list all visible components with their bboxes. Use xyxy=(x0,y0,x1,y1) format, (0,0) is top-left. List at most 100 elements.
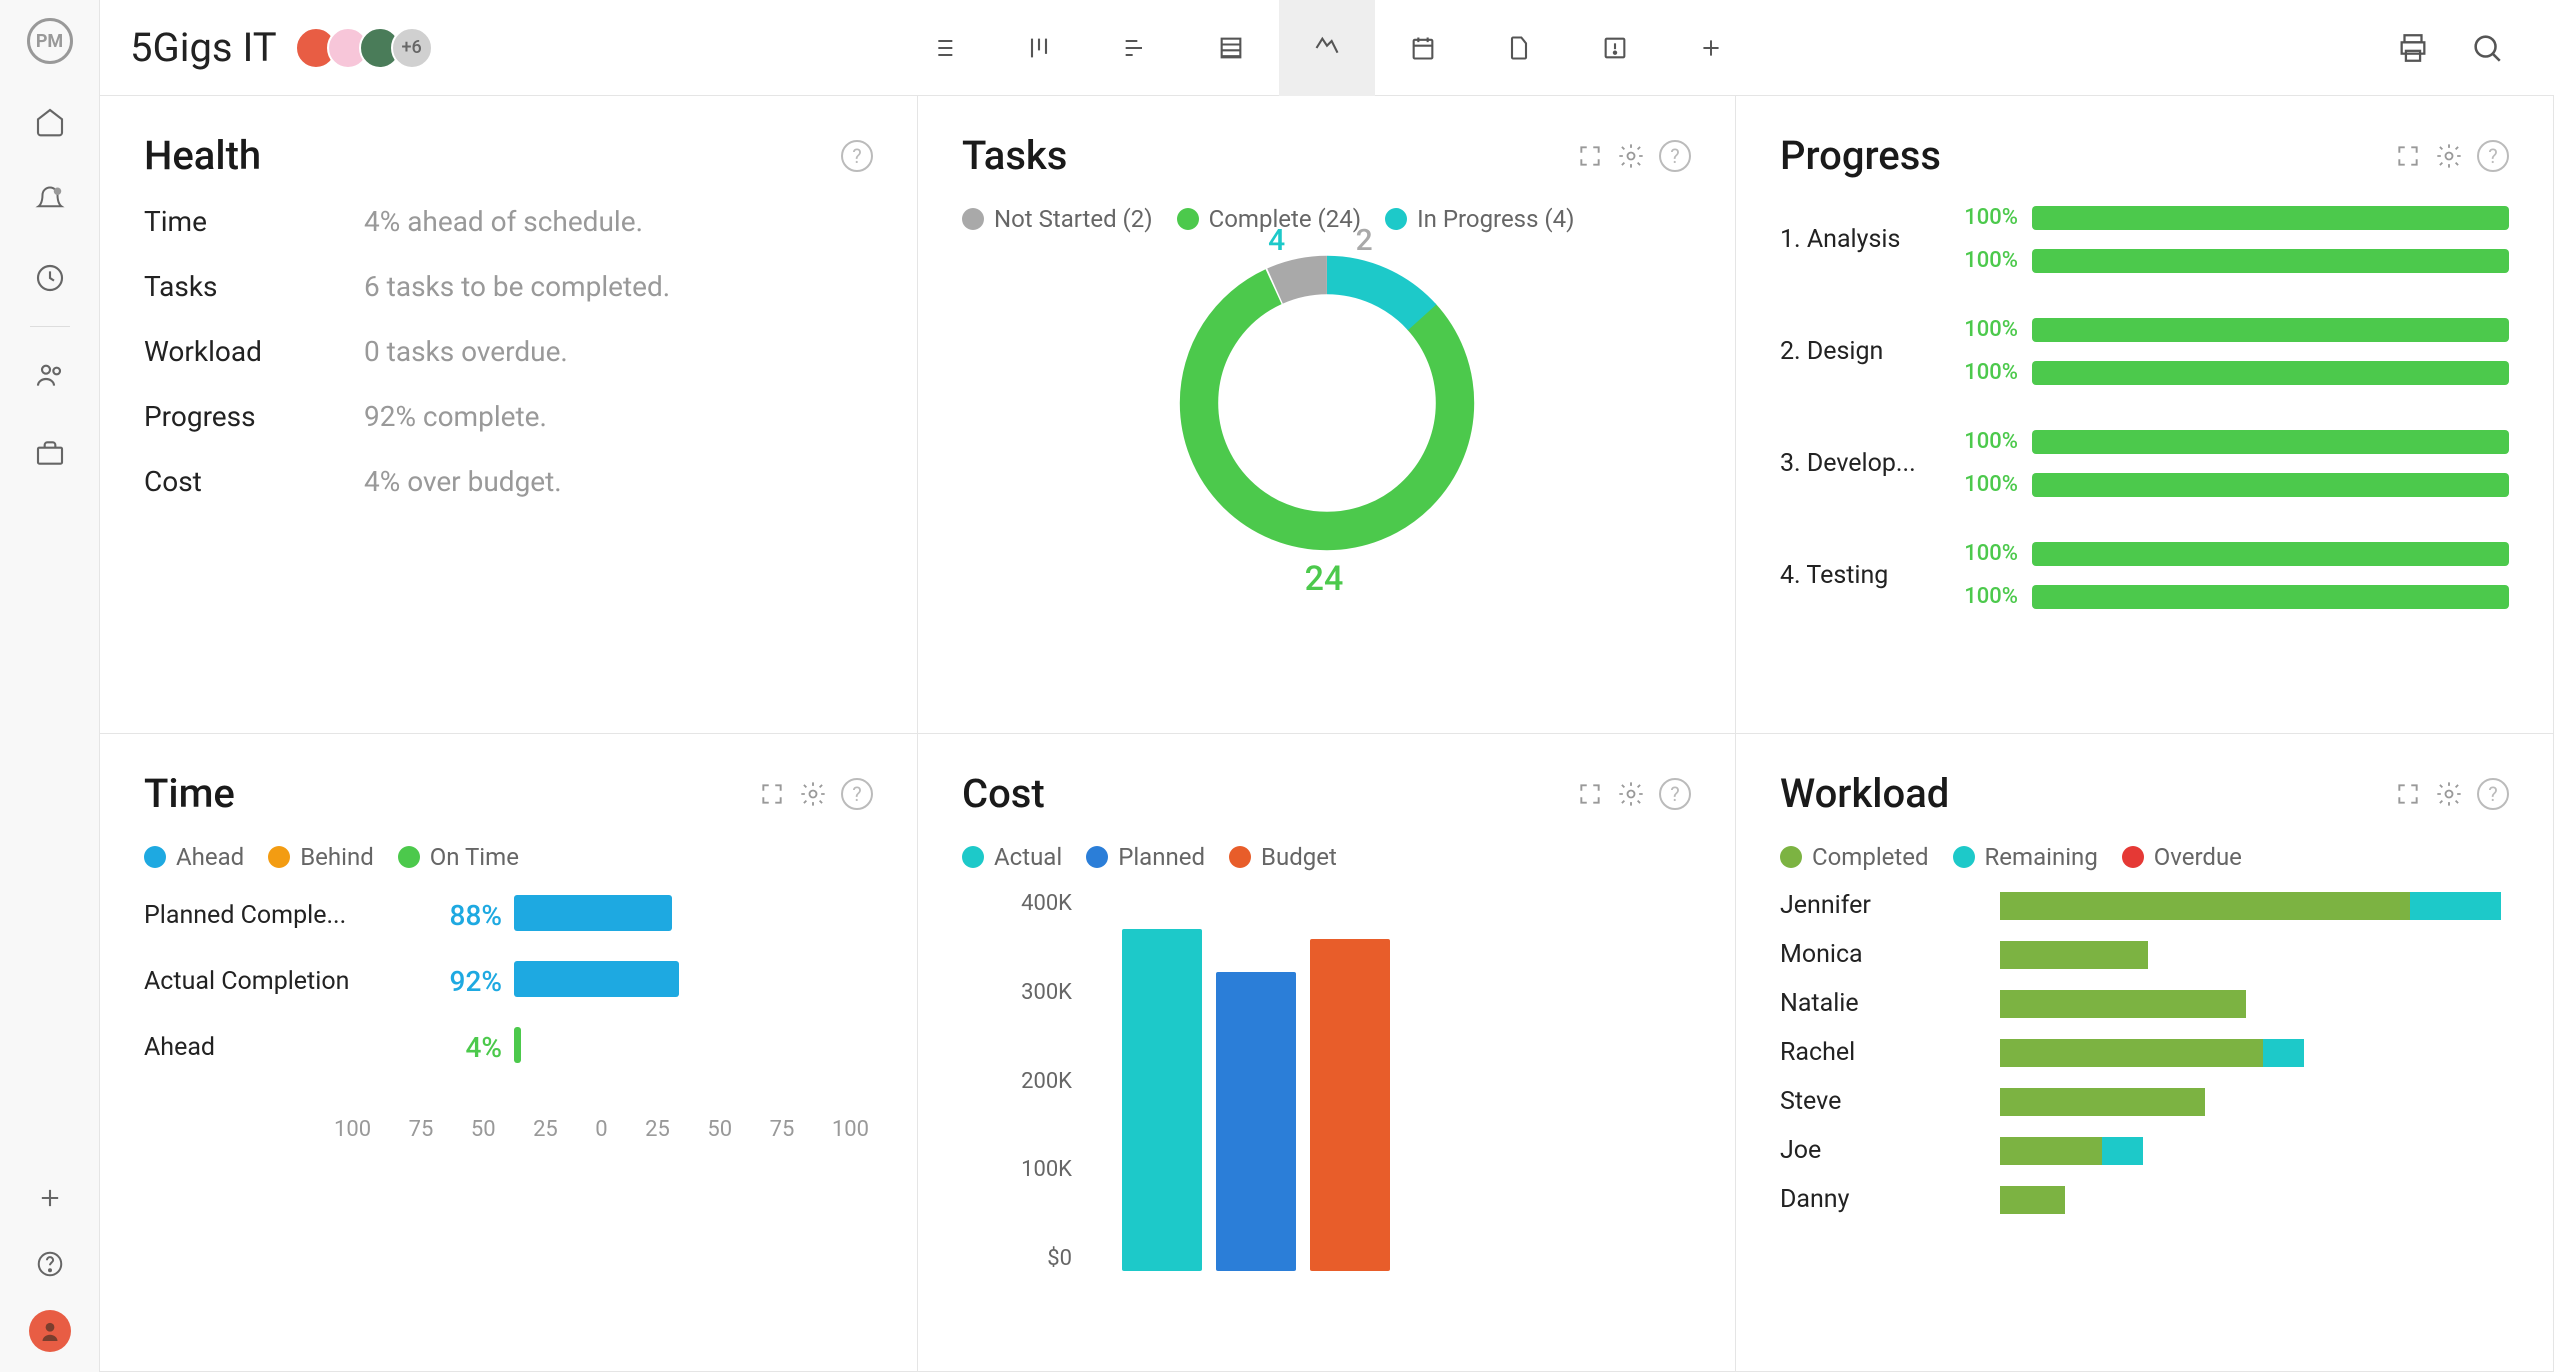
bell-icon[interactable] xyxy=(30,180,70,220)
progress-pct: 100% xyxy=(1958,429,2018,454)
bar-planned xyxy=(1216,972,1296,1271)
donut-value: 4 xyxy=(1268,223,1285,258)
avatar-overflow[interactable]: +6 xyxy=(391,27,433,69)
panel-health: Health ? Time4% ahead of schedule. Tasks… xyxy=(100,96,918,734)
legend-item: Not Started (2) xyxy=(962,205,1153,233)
workload-name: Joe xyxy=(1780,1136,2000,1165)
gear-icon[interactable] xyxy=(2435,780,2463,808)
progress-pct: 100% xyxy=(1958,248,2018,273)
progress-bar xyxy=(2032,585,2509,609)
member-avatars[interactable]: +6 xyxy=(305,27,433,69)
bar-actual xyxy=(1122,929,1202,1271)
info-icon[interactable]: ? xyxy=(1659,140,1691,172)
tab-alert[interactable] xyxy=(1567,0,1663,96)
legend-item: Remaining xyxy=(1953,843,2098,871)
legend-label: In Progress (4) xyxy=(1417,205,1574,233)
axis-tick: 75 xyxy=(770,1117,795,1142)
workload-segment xyxy=(2000,941,2148,969)
legend-item: Ahead xyxy=(144,843,244,871)
print-icon[interactable] xyxy=(2396,31,2430,65)
legend-item: Actual xyxy=(962,843,1062,871)
health-label: Progress xyxy=(144,400,364,433)
panel-tasks: Tasks ? Not Started (2) Complete (24) In… xyxy=(918,96,1736,734)
workload-segment xyxy=(2000,1088,2205,1116)
legend-item: Behind xyxy=(268,843,374,871)
progress-item: 4. Testing100%100% xyxy=(1780,541,2509,609)
health-label: Cost xyxy=(144,465,364,498)
tab-board[interactable] xyxy=(991,0,1087,96)
gear-icon[interactable] xyxy=(2435,142,2463,170)
clock-icon[interactable] xyxy=(30,258,70,298)
help-icon[interactable] xyxy=(30,1244,70,1284)
gear-icon[interactable] xyxy=(799,780,827,808)
progress-item: 3. Develop...100%100% xyxy=(1780,429,2509,497)
tab-list[interactable] xyxy=(895,0,991,96)
axis-tick: 200K xyxy=(962,1069,1072,1094)
tab-file[interactable] xyxy=(1471,0,1567,96)
workload-row: Steve xyxy=(1780,1087,2509,1116)
axis-tick: 100 xyxy=(832,1117,869,1142)
gear-icon[interactable] xyxy=(1617,780,1645,808)
panel-title: Cost xyxy=(962,770,1045,817)
health-value: 0 tasks overdue. xyxy=(364,335,568,368)
legend-label: Budget xyxy=(1261,843,1337,871)
tab-calendar[interactable] xyxy=(1375,0,1471,96)
info-icon[interactable]: ? xyxy=(841,778,873,810)
donut-chart xyxy=(1167,243,1487,563)
workload-row: Danny xyxy=(1780,1185,2509,1214)
workload-segment xyxy=(2263,1039,2304,1067)
workload-segment xyxy=(2000,1186,2066,1214)
time-bar xyxy=(514,961,679,997)
plus-icon[interactable] xyxy=(30,1178,70,1218)
workload-segment xyxy=(2000,892,2411,920)
panel-title: Time xyxy=(144,770,235,817)
expand-icon[interactable] xyxy=(2395,781,2421,807)
legend-label: Remaining xyxy=(1985,843,2098,871)
expand-icon[interactable] xyxy=(1577,143,1603,169)
progress-pct: 100% xyxy=(1958,584,2018,609)
progress-bar xyxy=(2032,249,2509,273)
tab-add[interactable] xyxy=(1663,0,1759,96)
time-label: Ahead xyxy=(144,1033,404,1062)
legend-label: Actual xyxy=(994,843,1062,871)
gear-icon[interactable] xyxy=(1617,142,1645,170)
axis-tick: 100K xyxy=(962,1157,1072,1182)
expand-icon[interactable] xyxy=(1577,781,1603,807)
team-icon[interactable] xyxy=(30,355,70,395)
cost-chart: $0100K200K300K400K xyxy=(962,891,1691,1281)
expand-icon[interactable] xyxy=(759,781,785,807)
workload-name: Jennifer xyxy=(1780,891,2000,920)
time-label: Planned Comple... xyxy=(144,901,404,930)
progress-pct: 100% xyxy=(1958,472,2018,497)
panel-workload: Workload ? Completed Remaining Overdue J… xyxy=(1736,734,2554,1372)
workload-name: Danny xyxy=(1780,1185,2000,1214)
search-icon[interactable] xyxy=(2470,31,2504,65)
tab-gantt[interactable] xyxy=(1087,0,1183,96)
info-icon[interactable]: ? xyxy=(2477,778,2509,810)
legend-label: Ahead xyxy=(176,843,244,871)
workload-row: Joe xyxy=(1780,1136,2509,1165)
time-pct: 88% xyxy=(404,899,514,932)
donut-value: 24 xyxy=(1305,559,1344,599)
expand-icon[interactable] xyxy=(2395,143,2421,169)
axis-tick: 400K xyxy=(962,891,1072,916)
info-icon[interactable]: ? xyxy=(2477,140,2509,172)
time-label: Actual Completion xyxy=(144,967,404,996)
bar-budget xyxy=(1310,939,1390,1271)
app-logo[interactable]: PM xyxy=(27,18,73,64)
user-avatar[interactable] xyxy=(29,1310,71,1352)
progress-bar xyxy=(2032,318,2509,342)
tab-dashboard[interactable] xyxy=(1279,0,1375,96)
axis-tick: 50 xyxy=(707,1117,732,1142)
briefcase-icon[interactable] xyxy=(30,433,70,473)
progress-bar xyxy=(2032,206,2509,230)
home-icon[interactable] xyxy=(30,102,70,142)
health-value: 92% complete. xyxy=(364,400,547,433)
info-icon[interactable]: ? xyxy=(841,140,873,172)
panel-time: Time ? Ahead Behind On Time Planned Comp… xyxy=(100,734,918,1372)
info-icon[interactable]: ? xyxy=(1659,778,1691,810)
time-bar xyxy=(514,895,672,931)
workload-row: Rachel xyxy=(1780,1038,2509,1067)
tab-sheet[interactable] xyxy=(1183,0,1279,96)
axis-tick: 75 xyxy=(409,1117,434,1142)
